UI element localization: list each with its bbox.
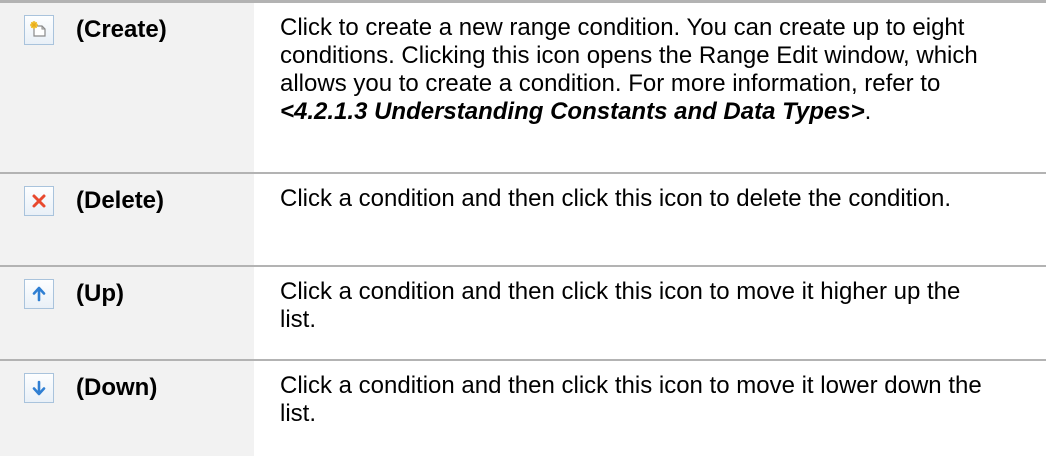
icon-cell: (Delete) — [0, 174, 254, 265]
delete-icon[interactable] — [24, 186, 54, 216]
arrow-down-icon[interactable] — [24, 373, 54, 403]
icon-label-delete: (Delete) — [76, 187, 165, 214]
description-create-text: Click to create a new range condition. Y… — [280, 14, 978, 97]
description-up: Click a condition and then click this ic… — [254, 267, 1046, 359]
description-down: Click a condition and then click this ic… — [254, 361, 1046, 456]
icon-cell: (Down) — [0, 361, 254, 456]
section-reference: <4.2.1.3 Understanding Constants and Dat… — [280, 98, 865, 125]
icon-label-up: (Up) — [76, 280, 124, 307]
table-row-up: (Up) Click a condition and then click th… — [0, 267, 1046, 361]
create-icon[interactable] — [24, 15, 54, 45]
table-row-down: (Down) Click a condition and then click … — [0, 361, 1046, 456]
table-row-delete: (Delete) Click a condition and then clic… — [0, 174, 1046, 267]
icon-label-create: (Create) — [76, 16, 167, 43]
icon-cell: (Up) — [0, 267, 254, 359]
table-row-create: (Create) Click to create a new range con… — [0, 3, 1046, 174]
description-create: Click to create a new range condition. Y… — [254, 3, 1046, 172]
icon-cell: (Create) — [0, 3, 254, 172]
arrow-up-icon[interactable] — [24, 279, 54, 309]
description-create-period: . — [864, 98, 872, 125]
icon-description-table: (Create) Click to create a new range con… — [0, 3, 1046, 456]
icon-label-down: (Down) — [76, 374, 158, 401]
description-delete: Click a condition and then click this ic… — [254, 174, 1046, 265]
